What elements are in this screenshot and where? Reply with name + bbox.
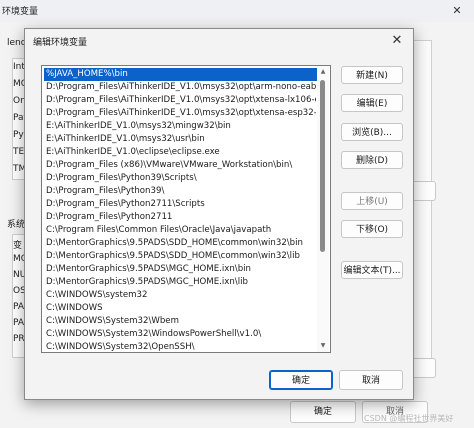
edit-environment-variable-dialog: 编辑环境变量 ✕ %JAVA_HOME%\bin D:\Program_Files… (24, 28, 414, 400)
path-list-item[interactable]: E:\AiThinkerIDE_V1.0\msys32\usr\bin (46, 133, 316, 146)
background-window-title: 环境变量 (2, 7, 39, 17)
path-list-item[interactable]: D:\Program_Files\Python39\ (46, 185, 316, 198)
move-up-button[interactable]: 上移(U) (341, 192, 403, 210)
background-titlebar: 环境变量 ✕ (0, 0, 474, 22)
move-down-button[interactable]: 下移(O) (341, 220, 403, 238)
path-list-item[interactable]: D:\MentorGraphics\9.5PADS\SDD_HOME\commo… (46, 250, 316, 263)
path-list-item[interactable]: D:\MentorGraphics\9.5PADS\SDD_HOME\commo… (46, 237, 316, 250)
watermark: CSDN @编程社世界美好 (364, 414, 454, 423)
path-list[interactable]: %JAVA_HOME%\bin D:\Program_Files\AiThinke… (41, 65, 331, 353)
close-icon[interactable]: ✕ (385, 31, 409, 51)
system-var-row[interactable]: PR (13, 334, 25, 344)
path-list-item[interactable]: D:\Program_Files\AiThinkerIDE_V1.0\msys3… (46, 81, 316, 94)
system-var-row[interactable]: PA (13, 318, 24, 328)
path-list-item[interactable]: C:\Program Files\Common Files\Oracle\Jav… (46, 224, 316, 237)
vertical-scrollbar[interactable]: ▲ ▼ (317, 66, 329, 352)
path-list-item[interactable]: C:\WINDOWS (46, 302, 316, 315)
path-list-item[interactable]: D:\Program_Files\AiThinkerIDE_V1.0\msys3… (46, 107, 316, 120)
scroll-up-icon[interactable]: ▲ (319, 68, 327, 76)
dialog-titlebar: 编辑环境变量 ✕ (25, 29, 413, 53)
path-list-item[interactable]: C:\WINDOWS\System32\OpenSSH\ (46, 341, 316, 352)
path-list-item[interactable]: E:\AiThinkerIDE_V1.0\eclipse\eclipse.exe (46, 146, 316, 159)
path-list-item[interactable]: D:\MentorGraphics\9.5PADS\MGC_HOME.ixn\l… (46, 276, 316, 289)
path-list-item[interactable]: %JAVA_HOME%\bin (44, 68, 318, 81)
delete-button[interactable]: 删除(D) (341, 151, 403, 169)
background-ok-button[interactable]: 确定 (290, 401, 356, 423)
edit-button[interactable]: 编辑(E) (341, 94, 403, 112)
system-var-row[interactable]: PA (13, 302, 24, 312)
scroll-down-icon[interactable]: ▼ (319, 342, 327, 350)
background-close-icon[interactable]: ✕ (444, 2, 470, 20)
path-list-item[interactable]: D:\Program_Files\AiThinkerIDE_V1.0\msys3… (46, 94, 316, 107)
path-list-item[interactable]: C:\WINDOWS\System32\WindowsPowerShell\v1… (46, 328, 316, 341)
path-list-item[interactable]: E:\AiThinkerIDE_V1.0\msys32\mingw32\bin (46, 120, 316, 133)
path-list-item[interactable]: C:\WINDOWS\System32\Wbem (46, 315, 316, 328)
path-list-item[interactable]: D:\Program_Files\Python2711\Scripts (46, 198, 316, 211)
user-var-row[interactable]: Py (13, 130, 24, 140)
path-list-item[interactable]: D:\MentorGraphics\9.5PADS\MGC_HOME.ixn\b… (46, 263, 316, 276)
path-list-item[interactable]: D:\Program_Files\Python2711 (46, 211, 316, 224)
browse-button[interactable]: 浏览(B)... (341, 123, 403, 141)
new-button[interactable]: 新建(N) (341, 66, 403, 84)
ok-button[interactable]: 确定 (269, 370, 333, 390)
scrollbar-thumb[interactable] (320, 80, 325, 252)
edit-text-button[interactable]: 编辑文本(T)... (341, 261, 403, 279)
path-list-item[interactable]: D:\Program_Files (x86)\VMware\VMware_Wor… (46, 159, 316, 172)
system-var-row[interactable]: 变 (13, 238, 22, 251)
dialog-title: 编辑环境变量 (33, 38, 88, 48)
path-list-item[interactable]: C:\WINDOWS\system32 (46, 289, 316, 302)
cancel-button[interactable]: 取消 (339, 370, 403, 390)
path-list-item[interactable]: D:\Program_Files\Python39\Scripts\ (46, 172, 316, 185)
